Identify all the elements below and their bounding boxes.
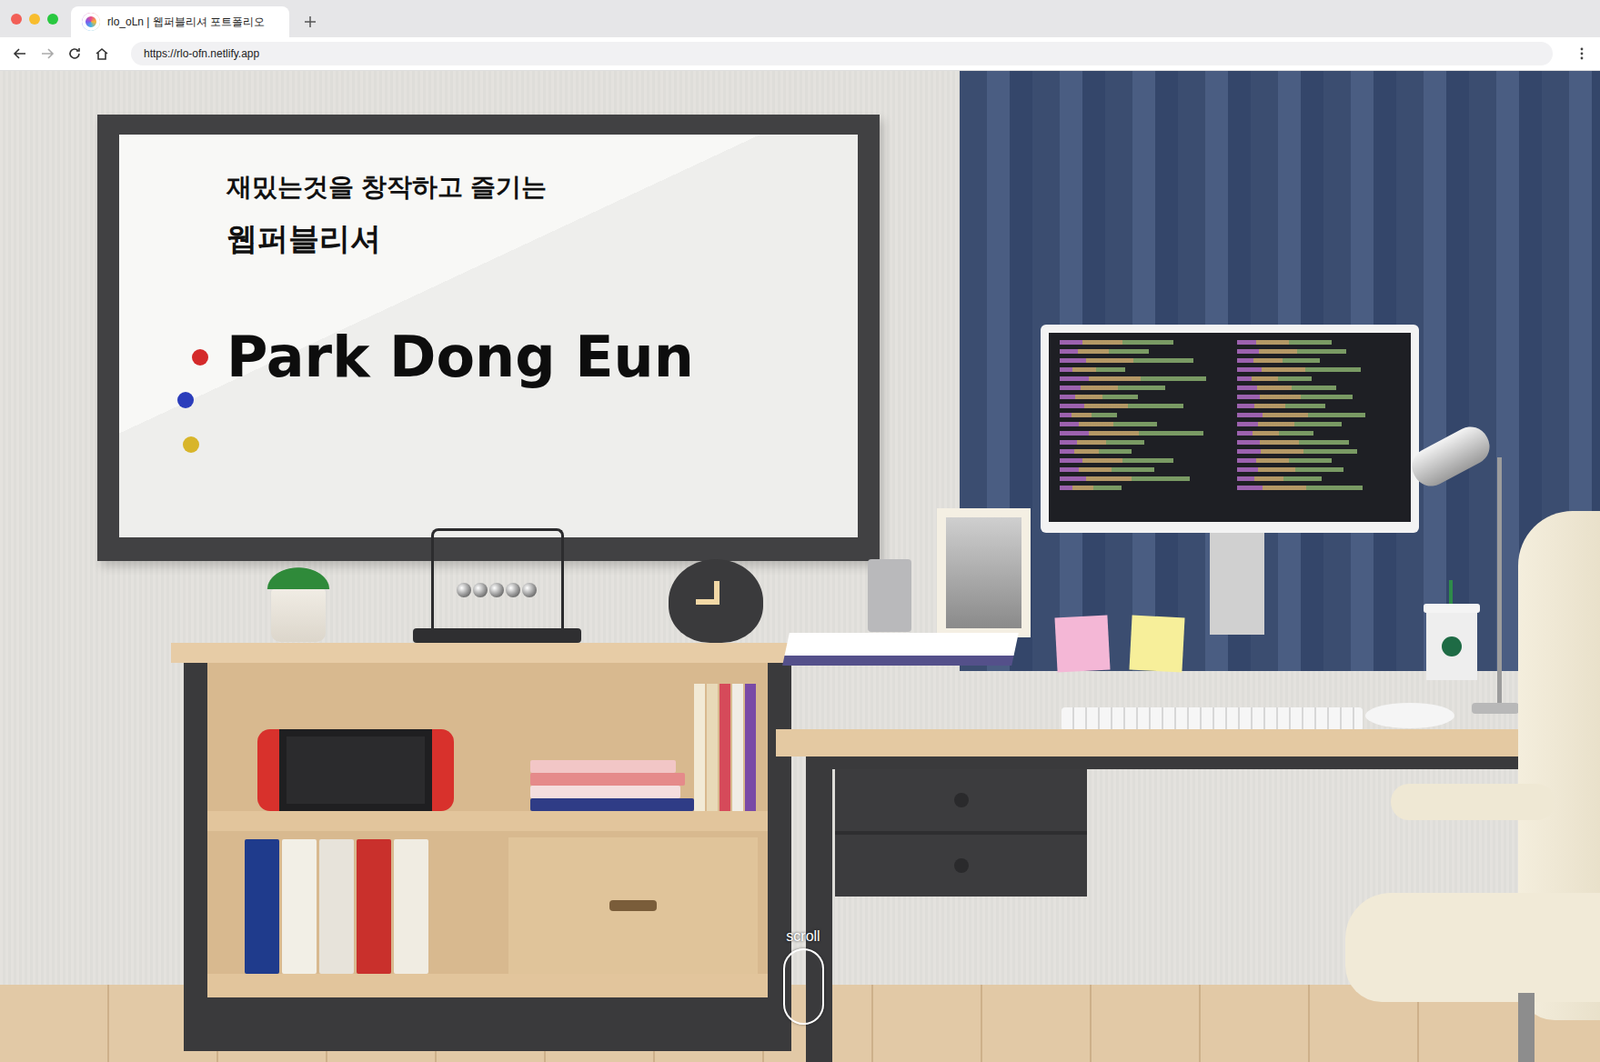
keyboard bbox=[1061, 707, 1363, 732]
back-arrow-icon[interactable] bbox=[12, 46, 28, 61]
scroll-label: scroll bbox=[785, 928, 820, 946]
desk-top bbox=[775, 729, 1526, 757]
photo-frame bbox=[936, 508, 1031, 638]
game-console bbox=[257, 729, 454, 812]
upright-books bbox=[694, 679, 756, 812]
navigation-bar: https://rlo-ofn.netlify.app bbox=[0, 37, 1600, 71]
address-bar[interactable]: https://rlo-ofn.netlify.app bbox=[130, 41, 1553, 66]
maximize-button[interactable] bbox=[47, 13, 59, 25]
role-title: 웹퍼블리셔 bbox=[226, 218, 858, 259]
new-tab-icon[interactable] bbox=[303, 15, 317, 29]
url-text: https://rlo-ofn.netlify.app bbox=[143, 47, 260, 61]
minimize-button[interactable] bbox=[29, 13, 41, 25]
blue-magnet bbox=[177, 392, 194, 409]
menu-icon[interactable] bbox=[1574, 46, 1590, 61]
newtons-cradle bbox=[412, 528, 582, 644]
clock bbox=[668, 559, 764, 644]
monitor-screen bbox=[1048, 332, 1411, 523]
room-scene: 재밌는것을 창작하고 즐기는웹퍼블리셔 Park Dong Eun scroll bbox=[0, 70, 1600, 1062]
whiteboard: 재밌는것을 창작하고 즐기는웹퍼블리셔 Park Dong Eun bbox=[97, 114, 880, 562]
sticky-note bbox=[1128, 615, 1185, 674]
home-icon[interactable] bbox=[94, 46, 110, 61]
mouse-outline-icon bbox=[783, 948, 825, 1026]
tagline: 재밌는것을 창작하고 즐기는 bbox=[226, 171, 858, 204]
sticky-note bbox=[1054, 615, 1110, 674]
chair bbox=[1290, 438, 1600, 1062]
scroll-hint[interactable]: scroll bbox=[771, 928, 836, 1026]
monitor bbox=[1040, 324, 1419, 534]
books bbox=[244, 837, 429, 975]
desk-drawers bbox=[835, 769, 1087, 897]
storage-box bbox=[508, 837, 758, 975]
plant bbox=[259, 562, 338, 645]
favicon-icon bbox=[81, 12, 101, 31]
browser-window: rlo_oLn | 웹퍼블리셔 포트폴리오 https://rlo-ofn.net… bbox=[0, 0, 1600, 1062]
notebook bbox=[782, 633, 1019, 666]
red-magnet bbox=[191, 349, 209, 366]
desk-apron bbox=[827, 756, 1526, 770]
whiteboard-surface: 재밌는것을 창작하고 즐기는웹퍼블리셔 Park Dong Eun bbox=[119, 134, 858, 538]
computer-mouse bbox=[1365, 703, 1455, 729]
owner-name: Park Dong Eun bbox=[226, 321, 858, 394]
tab-bar: rlo_oLn | 웹퍼블리셔 포트폴리오 bbox=[0, 0, 1600, 38]
window-controls bbox=[10, 13, 59, 25]
shelf-top bbox=[171, 643, 806, 664]
close-button[interactable] bbox=[10, 13, 22, 25]
pen-cup bbox=[867, 559, 912, 633]
yellow-magnet bbox=[182, 436, 200, 453]
bookshelf bbox=[183, 663, 792, 1052]
reload-icon[interactable] bbox=[67, 46, 82, 61]
coffee-cup bbox=[1423, 580, 1480, 715]
forward-arrow-icon[interactable] bbox=[40, 46, 55, 61]
monitor-stand bbox=[1209, 533, 1265, 635]
tab-title: rlo_oLn | 웹퍼블리셔 포트폴리오 bbox=[107, 14, 265, 31]
browser-tab[interactable]: rlo_oLn | 웹퍼블리셔 포트폴리오 bbox=[70, 6, 290, 38]
book-stack bbox=[530, 760, 695, 812]
desk-leg bbox=[805, 756, 833, 1062]
